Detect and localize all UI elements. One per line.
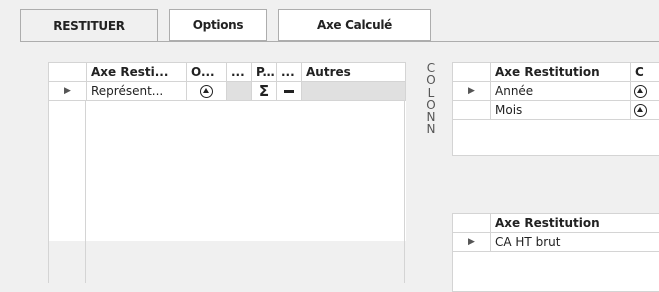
tab-restituer[interactable]: RESTITUER	[20, 9, 158, 42]
axe-cell[interactable]: Mois	[491, 101, 631, 120]
extra-cell-1	[227, 82, 252, 101]
table-row[interactable]: ▶ Représent... Σ	[49, 82, 406, 101]
autres-cell	[302, 82, 406, 101]
table-row[interactable]: ▶ CA HT brut	[453, 233, 659, 252]
tab-axe-calcule-label: Axe Calculé	[317, 18, 392, 32]
rows-grid-border-right	[404, 101, 405, 283]
values-grid-header: Axe Restitution	[453, 214, 659, 233]
up-arrow-circle-icon[interactable]	[200, 85, 213, 98]
presence-cell[interactable]	[277, 82, 302, 101]
rows-grid-header: Axe Resti... O... ... P... ... Autres	[49, 63, 406, 82]
columns-vertical-label: C O L O N N	[425, 62, 437, 136]
col-header-extra[interactable]: ...	[277, 63, 302, 82]
values-grid-empty-area	[453, 252, 659, 292]
sigma-icon[interactable]: Σ	[259, 82, 269, 100]
row-selector-icon[interactable]: ▶	[49, 82, 87, 101]
col-header-presence[interactable]: P...	[252, 63, 277, 82]
rows-grid-empty-area	[49, 101, 406, 241]
up-arrow-circle-icon[interactable]	[634, 104, 647, 117]
columns-grid-empty-area	[453, 120, 659, 156]
table-row[interactable]: Mois	[453, 101, 659, 120]
values-grid-rowheader-corner	[453, 214, 491, 233]
col-header-autres[interactable]: Autres	[302, 63, 406, 82]
axe-cell[interactable]: Représent...	[87, 82, 187, 101]
values-grid[interactable]: Axe Restitution ▶ CA HT brut	[452, 213, 659, 292]
tab-options-label: Options	[193, 18, 243, 32]
tab-panel-border	[20, 41, 659, 42]
tab-restituer-label: RESTITUER	[53, 19, 124, 33]
rows-grid-row-header-border	[85, 101, 86, 283]
rows-grid-rowheader-corner	[49, 63, 87, 82]
table-row[interactable]: ▶ Année	[453, 82, 659, 101]
aggregate-cell[interactable]: Σ	[252, 82, 277, 101]
columns-grid-header: Axe Restitution C	[453, 63, 659, 82]
up-arrow-circle-icon[interactable]	[634, 85, 647, 98]
row-selector-icon[interactable]: ▶	[453, 233, 491, 252]
orientation-cell[interactable]	[187, 82, 227, 101]
tab-options[interactable]: Options	[169, 9, 267, 41]
row-selector-empty[interactable]	[453, 101, 491, 120]
minus-icon[interactable]	[284, 90, 294, 93]
orientation-cell[interactable]	[631, 101, 659, 120]
columns-grid[interactable]: Axe Restitution C ▶ Année Mois	[452, 62, 659, 156]
columns-col-header-axe[interactable]: Axe Restitution	[491, 63, 631, 82]
columns-col-header-c[interactable]: C	[631, 63, 659, 82]
tab-axe-calcule[interactable]: Axe Calculé	[278, 9, 431, 41]
rows-grid-border-left	[48, 101, 49, 283]
col-header-orientation[interactable]: O...	[187, 63, 227, 82]
values-col-header-axe[interactable]: Axe Restitution	[491, 214, 659, 233]
row-selector-icon[interactable]: ▶	[453, 82, 491, 101]
axe-cell[interactable]: CA HT brut	[491, 233, 659, 252]
orientation-cell[interactable]	[631, 82, 659, 101]
col-header-aggregate[interactable]: ...	[227, 63, 252, 82]
rows-grid[interactable]: Axe Resti... O... ... P... ... Autres ▶ …	[48, 62, 406, 241]
columns-grid-rowheader-corner	[453, 63, 491, 82]
axe-cell[interactable]: Année	[491, 82, 631, 101]
col-header-axe[interactable]: Axe Resti...	[87, 63, 187, 82]
